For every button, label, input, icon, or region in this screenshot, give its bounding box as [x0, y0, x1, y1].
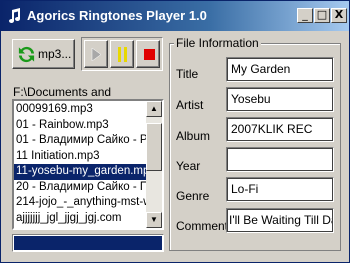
- open-mp3-button[interactable]: mp3...: [12, 39, 75, 69]
- scroll-up-button[interactable]: ▲: [146, 101, 162, 117]
- transport-panel: [81, 37, 163, 71]
- play-icon: [91, 48, 102, 61]
- playlist-item[interactable]: 01 - Владимир Сайко - Реа: [14, 133, 146, 149]
- progress-fill: [14, 236, 162, 250]
- pause-icon: [118, 47, 127, 62]
- window-title: Agorics Ringtones Player 1.0: [27, 8, 207, 23]
- play-button[interactable]: [84, 40, 108, 68]
- open-mp3-label: mp3...: [38, 47, 72, 61]
- comment-field[interactable]: I'll Be Waiting Till Daw: [226, 208, 334, 233]
- album-field[interactable]: 2007KLIK REC: [226, 117, 334, 142]
- playlist-item[interactable]: 20 - Владимир Сайко - Пес: [14, 180, 146, 196]
- refresh-arrows-icon: [18, 46, 35, 63]
- playlist-item[interactable]: 11-yosebu-my_garden.mp3: [14, 164, 146, 180]
- pause-button[interactable]: [110, 40, 134, 68]
- playlist-scrollbar[interactable]: ▲ ▼: [146, 101, 162, 228]
- title-label: Title: [176, 67, 199, 81]
- title-field[interactable]: My Garden: [226, 57, 334, 82]
- year-field[interactable]: [226, 147, 334, 172]
- title-bar[interactable]: Agorics Ringtones Player 1.0 _ □ X: [1, 1, 349, 31]
- progress-bar[interactable]: [12, 234, 164, 252]
- genre-field[interactable]: Lo-Fi: [226, 177, 334, 202]
- album-label: Album: [176, 129, 211, 143]
- music-note-icon: [9, 8, 20, 23]
- scroll-down-button[interactable]: ▼: [146, 212, 162, 228]
- close-button[interactable]: X: [331, 8, 347, 23]
- year-label: Year: [176, 159, 201, 173]
- comment-label: Comment: [176, 219, 229, 233]
- artist-field[interactable]: Yosebu: [226, 87, 334, 112]
- playlist-item[interactable]: 01 - Rainbow.mp3: [14, 118, 146, 134]
- file-info-heading: File Information: [174, 36, 261, 50]
- stop-icon: [144, 49, 155, 60]
- playlist-item[interactable]: ajjjjjjj_jgl_jjgj_jgj.com: [14, 211, 146, 227]
- stop-button[interactable]: [136, 40, 160, 68]
- scroll-thumb[interactable]: [146, 123, 162, 171]
- current-folder-path: F:\Documents and: [13, 85, 112, 99]
- playlist-item[interactable]: 214-jojo_-_anything-mst-www: [14, 195, 146, 211]
- minimize-button[interactable]: _: [297, 8, 313, 23]
- playlist-item[interactable]: 11 Initiation.mp3: [14, 149, 146, 165]
- genre-label: Genre: [176, 189, 210, 203]
- playlist-item[interactable]: 00099169.mp3: [14, 102, 146, 118]
- maximize-button[interactable]: □: [314, 8, 330, 23]
- artist-label: Artist: [176, 98, 204, 112]
- playlist-listbox[interactable]: 00099169.mp3 01 - Rainbow.mp3 01 - Владими…: [12, 99, 164, 230]
- player-window: Agorics Ringtones Player 1.0 _ □ X mp3..…: [0, 0, 350, 263]
